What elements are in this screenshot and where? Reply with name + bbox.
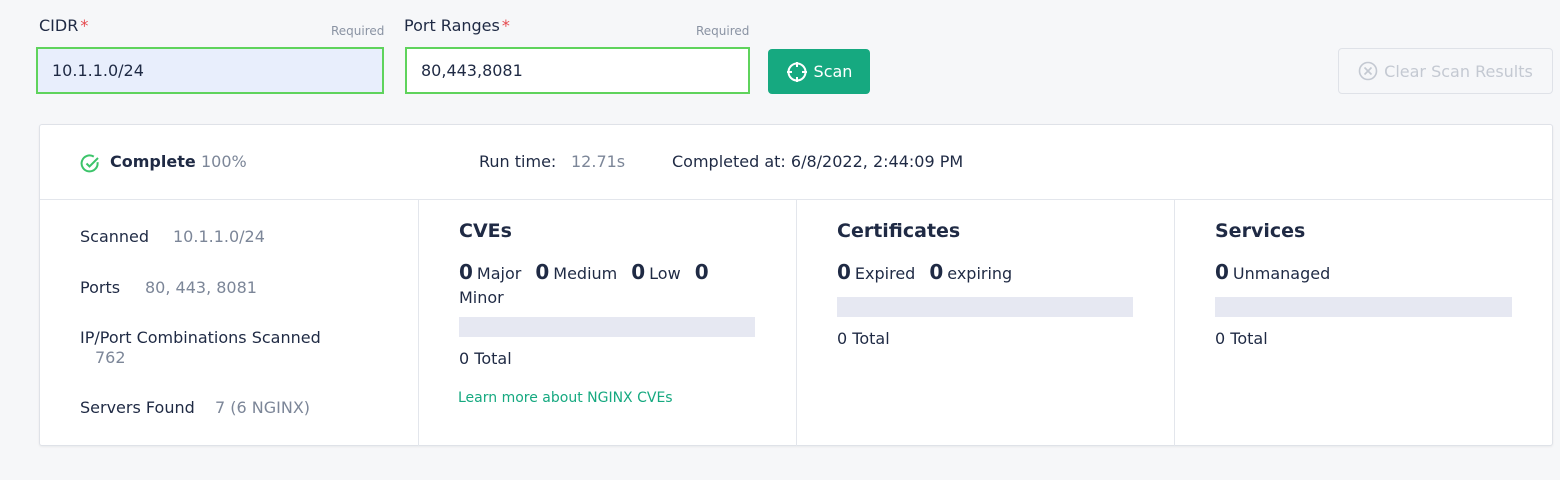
cidr-input[interactable] [36,47,384,94]
services-counts: 0 Unmanaged [1215,260,1330,284]
cves-total: 0 Total [459,349,512,368]
cves-medium-label: Medium [553,264,618,283]
scanned-value: 10.1.1.0/24 [173,227,265,246]
completed-at: Completed at: 6/8/2022, 2:44:09 PM [672,152,964,171]
ports-label-text: Port Ranges [404,16,500,35]
services-unmanaged-label: Unmanaged [1232,264,1331,283]
scan-button[interactable]: Scan [768,49,870,94]
status-state: Complete [110,152,196,171]
cves-progress-bar [459,317,755,337]
certificates-progress-bar [837,297,1133,317]
scanned-label: Scanned [80,227,150,246]
services-unmanaged-count: 0 [1215,260,1229,284]
crosshair-icon [786,61,807,82]
certificates-column: Certificates 0 Expired 0 expiring 0 Tota… [797,200,1175,446]
certificates-expiring-count: 0 [929,260,944,284]
required-star: * [80,16,89,35]
scan-button-label: Scan [813,62,853,81]
circle-x-icon [1358,61,1378,81]
certificates-expired-label: Expired [854,264,916,283]
summary-column: Scanned 10.1.1.0/24 Ports 80, 443, 8081 … [40,200,419,446]
cves-minor-label: Minor [459,288,504,307]
certificates-expired-count: 0 [837,260,851,284]
ports-label: Port Ranges * [404,16,510,35]
ports-summary-label: Ports [80,278,121,297]
run-time-label: Run time: [479,152,557,171]
check-circle-icon [80,154,99,173]
cves-counts-line1: 0 Major 0 Medium 0 Low 0 [459,260,709,284]
required-star: * [501,16,510,35]
cidr-label-text: CIDR [39,16,79,35]
cves-low-count: 0 [631,260,646,284]
port-ranges-input[interactable] [405,47,750,94]
cves-medium-count: 0 [535,260,550,284]
certificates-counts: 0 Expired 0 expiring [837,260,1012,284]
learn-more-cves-link[interactable]: Learn more about NGINX CVEs [458,390,673,406]
certificates-expiring-label: expiring [947,264,1013,283]
cves-major-count: 0 [459,260,473,284]
services-progress-bar [1215,297,1512,317]
services-title: Services [1215,220,1306,242]
clear-button-label: Clear Scan Results [1384,61,1533,81]
cidr-label: CIDR * [39,16,88,35]
combos-value: 762 [95,348,126,367]
cidr-required-hint: Required [331,24,385,38]
status-row: Complete 100% Run time: 12.71s Completed… [40,125,1552,200]
cves-title: CVEs [459,220,512,242]
servers-label: Servers Found [80,398,195,417]
cves-major-label: Major [476,264,522,283]
scan-results-card: Complete 100% Run time: 12.71s Completed… [39,124,1553,446]
services-column: Services 0 Unmanaged 0 Total [1175,200,1553,446]
ports-summary-value: 80, 443, 8081 [145,278,257,297]
clear-scan-results-button[interactable]: Clear Scan Results [1338,48,1553,94]
run-time-value: 12.71s [571,152,626,171]
certificates-total: 0 Total [837,329,890,348]
status-percent: 100% [201,152,247,171]
combos-label: IP/Port Combinations Scanned [80,328,321,347]
ports-required-hint: Required [696,24,750,38]
servers-value: 7 (6 NGINX) [215,398,311,417]
services-total: 0 Total [1215,329,1268,348]
cves-minor-count: 0 [694,260,709,284]
certificates-title: Certificates [837,220,961,242]
cves-column: CVEs 0 Major 0 Medium 0 Low 0 Minor 0 To… [419,200,797,446]
cves-low-label: Low [649,264,681,283]
